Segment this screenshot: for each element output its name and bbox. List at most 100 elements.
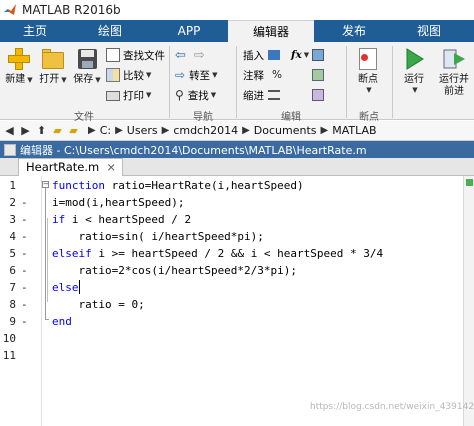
code-editor[interactable]: − 1 function ratio=HeartRate(i,heartSpee… <box>0 176 474 426</box>
comment-button[interactable]: 注释 % <box>243 66 282 84</box>
open-button[interactable]: 打开 ▼ <box>36 44 70 86</box>
line-number: 5 <box>9 247 16 260</box>
nav-history-button[interactable]: ⇦ ⇨ <box>175 46 205 64</box>
new-label: 新建 <box>5 74 26 85</box>
code-analyzer-bar[interactable] <box>463 176 474 426</box>
close-icon[interactable]: × <box>106 159 116 176</box>
breakpoint-marker[interactable]: - <box>21 313 28 330</box>
code-line: 4 - ratio=sin( i/heartSpeed*pi); <box>0 228 474 245</box>
compare-button[interactable]: 比较 ▼ <box>106 66 151 84</box>
find-button[interactable]: ⚲ 查找 ▼ <box>175 86 216 104</box>
code-text: i >= heartSpeed / 2 && i < heartSpeed * … <box>91 247 384 260</box>
text-cursor <box>78 280 80 294</box>
breakpoint-marker[interactable]: - <box>21 228 28 245</box>
breadcrumb-item[interactable]: Users <box>123 124 162 137</box>
run-advance-label: 运行并 前进 <box>439 74 469 97</box>
breakpoint-marker[interactable]: - <box>21 245 28 262</box>
editor-icon <box>4 143 16 156</box>
code-line: 5 - elseif i >= heartSpeed / 2 && i < he… <box>0 245 474 262</box>
indent-button[interactable]: 缩进 <box>243 86 280 104</box>
line-number: 4 <box>9 230 16 243</box>
back-arrow-icon: ⇦ <box>175 47 186 63</box>
chevron-right-icon: ▶ <box>115 125 123 136</box>
breadcrumb-item[interactable]: MATLAB <box>328 124 380 137</box>
line-number: 10 <box>2 332 16 345</box>
search-folder-icon[interactable]: ▰ <box>67 124 80 137</box>
breakpoint-marker[interactable]: - <box>21 262 28 279</box>
forward-arrow-icon: ⇨ <box>193 47 205 63</box>
find-files-label: 查找文件 <box>123 49 165 62</box>
run-play-icon <box>401 46 427 72</box>
chevron-right-icon: ▶ <box>161 125 170 136</box>
floppy-disk-icon <box>74 46 100 72</box>
browse-folder-icon[interactable]: ▰ <box>51 124 64 137</box>
line-number: 3 <box>9 213 16 226</box>
file-tab-label: HeartRate.m <box>26 160 100 174</box>
tab-editor[interactable]: 编辑器 <box>228 20 314 42</box>
run-advance-button[interactable]: 运行并 前进 <box>434 44 474 98</box>
tab-publish[interactable]: 发布 <box>314 20 394 42</box>
file-tab-bar: HeartRate.m × <box>0 158 474 176</box>
printer-icon <box>106 91 120 101</box>
run-advance-icon <box>441 46 467 72</box>
breadcrumb-item[interactable]: cmdch2014 <box>169 124 242 137</box>
title-bar: MATLAB R2016b <box>0 0 474 20</box>
breakpoint-marker[interactable]: - <box>21 296 28 313</box>
run-button[interactable]: 运行 ▼ <box>396 44 432 94</box>
indent-label: 缩进 <box>243 89 264 102</box>
save-label: 保存 <box>73 74 94 85</box>
line-number: 11 <box>2 349 16 362</box>
window-title: MATLAB R2016b <box>22 3 121 17</box>
line-number: 6 <box>9 264 16 277</box>
divider <box>392 46 393 118</box>
find-files-button[interactable]: 查找文件 <box>106 46 165 64</box>
percent-icon: % <box>272 69 282 81</box>
back-icon[interactable]: ◀ <box>3 124 16 137</box>
insert-button[interactable]: 插入 <box>243 46 280 64</box>
line-number: 1 <box>9 179 16 192</box>
edit-extra-button[interactable] <box>312 46 324 64</box>
tab-home[interactable]: 主页 <box>0 20 70 42</box>
code-line: 8 - ratio = 0; <box>0 296 474 313</box>
breadcrumb-item[interactable]: Documents <box>250 124 321 137</box>
save-button[interactable]: 保存 ▼ <box>70 44 104 86</box>
breakpoint-marker[interactable]: - <box>21 211 28 228</box>
code-text: ratio=sin( i/heartSpeed*pi); <box>52 230 264 243</box>
code-analyzer-status-icon[interactable] <box>466 179 473 186</box>
insert-label: 插入 <box>243 49 264 62</box>
tab-view[interactable]: 视图 <box>394 20 464 42</box>
breakpoints-label: 断点 <box>358 74 378 85</box>
chevron-right-icon: ▶ <box>242 125 250 136</box>
fx-button[interactable]: fx ▼ <box>291 46 309 64</box>
breakpoint-marker[interactable]: - <box>21 279 28 296</box>
tab-plots[interactable]: 绘图 <box>70 20 150 42</box>
code-line: 11 <box>0 347 474 364</box>
ribbon-tab-bar: 主页 绘图 APP 编辑器 发布 视图 <box>0 20 474 42</box>
tab-apps[interactable]: APP <box>150 20 228 42</box>
find-label: 查找 <box>187 89 209 102</box>
new-button[interactable]: 新建 ▼ <box>2 44 36 86</box>
compare-label: 比较 <box>123 69 144 82</box>
comment-extra-button[interactable] <box>312 66 324 84</box>
indent-extra-button[interactable] <box>312 86 324 104</box>
forward-icon[interactable]: ▶ <box>19 124 32 137</box>
goto-button[interactable]: ⇨ 转至 ▼ <box>175 66 217 84</box>
print-button[interactable]: 打印 ▼ <box>106 86 151 104</box>
code-text: ratio = 0; <box>52 298 145 311</box>
code-text: i < heartSpeed / 2 <box>65 213 192 226</box>
breakpoints-button[interactable]: 断点 ▼ <box>350 44 386 94</box>
line-number: 8 <box>9 298 16 311</box>
line-number: 9 <box>9 315 16 328</box>
file-tab-heartrate[interactable]: HeartRate.m × <box>18 158 123 176</box>
code-text: ratio=HeartRate(i,heartSpeed) <box>104 179 304 192</box>
new-plus-icon <box>6 46 32 72</box>
compare-icon <box>106 68 120 82</box>
code-line: 2 - i=mod(i,heartSpeed); <box>0 194 474 211</box>
up-folder-icon[interactable]: ⬆ <box>35 124 48 137</box>
magnifier-icon: ⚲ <box>175 88 184 102</box>
breakpoint-marker[interactable]: - <box>21 194 28 211</box>
code-line: 3 - if i < heartSpeed / 2 <box>0 211 474 228</box>
breadcrumb-item[interactable]: C: <box>96 124 115 137</box>
goto-icon: ⇨ <box>175 68 186 82</box>
uncomment-icon <box>312 69 324 81</box>
